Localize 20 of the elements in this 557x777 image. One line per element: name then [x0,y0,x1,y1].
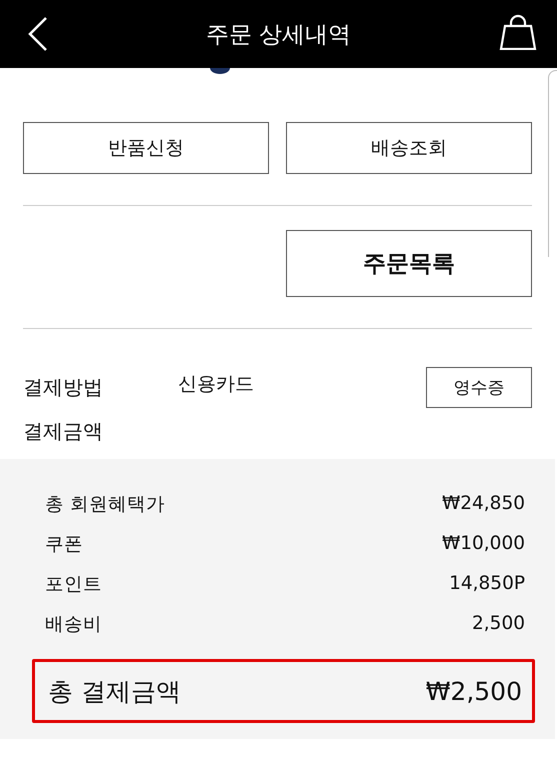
total-value: ₩2,500 [426,676,522,706]
page-title: 주문 상세내역 [206,20,352,50]
summary-value: 2,500 [472,612,525,634]
payment-amount-label: 결제금액 [23,419,103,443]
total-label: 총 결제금액 [48,676,181,708]
summary-value: ₩24,850 [442,492,525,514]
receipt-button[interactable]: 영수증 [426,367,532,408]
summary-label: 쿠폰 [45,532,83,556]
action-button[interactable]: 반품신청 [23,122,269,174]
summary-label: 배송비 [45,612,102,636]
back-icon[interactable] [28,17,48,51]
summary-value: ₩10,000 [442,532,525,554]
summary-label: 포인트 [45,572,102,596]
summary-label: 총 회원혜택가 [45,492,165,516]
summary-value: 14,850P [449,572,525,594]
shopping-bag-icon[interactable] [499,14,537,50]
order-list-button[interactable]: 주문목록 [286,230,532,297]
payment-method-label: 결제방법 [23,374,104,401]
action-button[interactable]: 배송조회 [286,122,532,174]
payment-method-value: 신용카드 [178,372,255,396]
